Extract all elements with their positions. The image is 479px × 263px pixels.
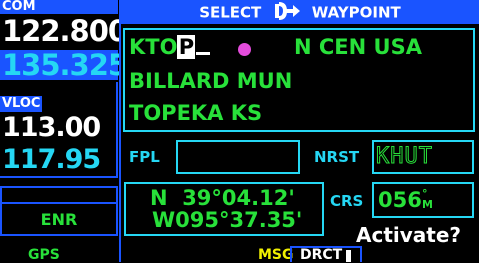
page-title-left: SELECT [199,3,262,22]
status-drct: DRCT [300,247,343,263]
crs-label: CRS [330,192,364,210]
status-gps: GPS [28,247,60,263]
activate-prompt[interactable]: Activate? [356,222,461,248]
mode-enr: ENR [40,210,78,229]
waypoint-city: TOPEKA KS [129,101,263,125]
status-msg: MSG [258,247,294,263]
direct-to-icon [273,2,301,24]
com-label: COM [0,0,118,14]
waypoint-name: BILLARD MUN [129,69,293,93]
vloc-label: VLOC [0,96,42,112]
cursor-underscore [196,32,211,55]
position-longitude: W095°37.35' [152,208,303,232]
waypoint-ident-row[interactable]: KTOP [129,32,211,62]
position-latitude: N 39°04.12' [150,186,295,210]
crs-unit-magnetic: M [422,198,433,211]
waypoint-ident[interactable]: KTO [129,35,177,59]
airport-icon [238,43,251,56]
page-title: SELECT WAYPOINT [121,2,479,24]
fpl-label: FPL [129,148,160,166]
drct-cursor-block [346,250,351,262]
com-active-frequency[interactable]: 122.800 [2,14,128,48]
waypoint-ident-cursor[interactable]: P [177,35,196,59]
gps-display: COM 122.800 135.325 VLOC 113.00 117.95 E… [0,0,479,262]
nrst-value: KHUT [376,144,433,170]
waypoint-region: N CEN USA [294,35,422,59]
vloc-standby-frequency[interactable]: 117.95 [2,144,101,176]
vloc-active-frequency[interactable]: 113.00 [2,112,101,144]
crs-value: 056 [378,188,422,212]
nrst-label: NRST [314,148,360,166]
fpl-field[interactable] [176,140,300,174]
page-title-right: WAYPOINT [311,3,401,22]
crs-unit: ° M [422,188,433,210]
com-standby-frequency[interactable]: 135.325 [2,48,128,82]
